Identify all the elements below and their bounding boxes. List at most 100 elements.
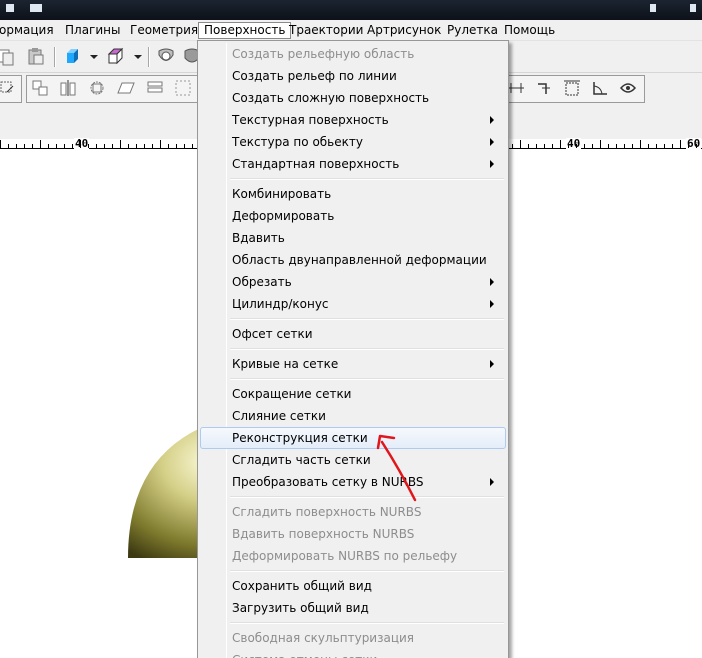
ruler-tick [528,144,529,148]
menu-item[interactable]: Текстурная поверхность [200,109,506,131]
menu-item[interactable]: Вдавить [200,227,506,249]
menu-geometry[interactable]: Геометрия [125,22,203,39]
menu-plugins[interactable]: Плагины [60,22,125,39]
menu-artrisunok[interactable]: Артрисунок [362,22,446,39]
menu-item-label: Деформировать [232,209,335,223]
ruler-tick [128,144,129,148]
menu-item[interactable]: Стандартная поверхность [200,153,506,175]
lasso-icon[interactable] [618,78,638,98]
title-glyph [650,4,656,12]
menu-item[interactable]: Цилиндр/конус [200,293,506,315]
menu-help[interactable]: Помощь [499,22,560,39]
grid-icon[interactable] [173,78,193,98]
menu-item[interactable]: Преобразовать сетку в NURBS [200,471,506,493]
layers-icon[interactable] [145,78,165,98]
menu-separator [230,318,504,320]
ruler-tick [568,144,569,148]
menu-surface[interactable]: Поверхность [198,22,292,39]
menu-separator [230,348,504,350]
submenu-arrow-icon [490,160,494,168]
menu-item[interactable]: Свободная скульптуризация [200,627,506,649]
menu-information[interactable]: ормация [0,22,59,39]
menu-item-label: Сгладить поверхность NURBS [232,505,422,519]
menu-item[interactable]: Сокращение сетки [200,383,506,405]
menu-ruler[interactable]: Рулетка [442,22,503,39]
menu-item[interactable]: Загрузить общий вид [200,597,506,619]
menu-item[interactable]: Сгладить часть сетки [200,449,506,471]
ruler-tick [616,144,617,148]
menu-item[interactable]: Деформировать [200,205,506,227]
menu-item-label: Преобразовать сетку в NURBS [232,475,424,489]
align-icon[interactable] [30,78,50,98]
copy-icon[interactable] [0,46,16,66]
corner-icon[interactable] [534,78,554,98]
menu-item-label: Свободная скульптуризация [232,631,415,645]
menu-item[interactable]: Кривые на сетке [200,353,506,375]
ruler-tick [104,144,105,148]
menu-item[interactable]: Создать рельефную область [200,43,506,65]
cube-blue-icon[interactable] [63,46,83,66]
menu-item[interactable]: Система отмены сетки [200,649,506,658]
menu-item[interactable]: Сохранить общий вид [200,575,506,597]
toolbar-separator [54,47,56,67]
menu-item[interactable]: Деформировать NURBS по рельефу [200,545,506,567]
cube-outline-icon[interactable] [106,46,126,66]
menu-item[interactable]: Область двунаправленной деформации [200,249,506,271]
menu-item[interactable]: Реконструкция сетки [200,427,506,449]
menu-bar: ормация Плагины Геометрия Поверхность Тр… [0,20,702,41]
ruler-tick [8,144,9,148]
menu-item-label: Слияние сетки [232,409,326,423]
ruler-tick [672,144,673,148]
ruler-tick [512,144,513,148]
ruler-tick [88,144,89,148]
menu-item-label: Стандартная поверхность [232,157,400,171]
ruler-tick [608,144,609,148]
paste-icon[interactable] [26,46,46,66]
ruler-tick [56,144,57,148]
menu-item[interactable]: Комбинировать [200,183,506,205]
menu-item[interactable]: Текстура по обьекту [200,131,506,153]
window-title-strip [0,0,702,20]
width-icon[interactable] [506,78,526,98]
submenu-arrow-icon [490,138,494,146]
menu-item[interactable]: Сгладить поверхность NURBS [200,501,506,523]
menu-item-label: Сгладить часть сетки [232,453,371,467]
skew-icon[interactable] [116,78,136,98]
rotate-icon[interactable] [87,78,107,98]
ruler-tick [192,144,193,148]
menu-item[interactable]: Создать сложную поверхность [200,87,506,109]
menu-trajectories[interactable]: Траектории [284,22,368,39]
submenu-arrow-icon [490,478,494,486]
menu-item[interactable]: Обрезать [200,271,506,293]
chevron-down-icon[interactable] [90,55,98,59]
menu-item-label: Сохранить общий вид [232,579,372,593]
toolbar-separator [148,47,150,67]
ruler-tick [32,144,33,148]
menu-item[interactable]: Создать рельеф по линии [200,65,506,87]
ruler-tick [688,144,689,148]
menu-item[interactable]: Офсет сетки [200,323,506,345]
ruler-tick [576,144,577,148]
ruler-tick [0,140,1,148]
transform-icon[interactable] [0,78,18,98]
ruler-tick [120,140,121,148]
menu-item-label: Создать рельефную область [232,47,415,61]
ruler-tick [72,144,73,148]
angle-icon[interactable] [590,78,610,98]
ruler-tick [544,144,545,148]
menu-separator [230,622,504,624]
ruler-tick [80,140,81,148]
box-dimension-icon[interactable] [562,78,582,98]
ruler-tick [96,144,97,148]
submenu-arrow-icon [490,116,494,124]
ruler-tick [664,144,665,148]
align-icon[interactable] [58,78,78,98]
chevron-down-icon[interactable] [134,55,142,59]
submenu-arrow-icon [490,300,494,308]
menu-separator [230,178,504,180]
ruler-tick [152,144,153,148]
menu-item[interactable]: Слияние сетки [200,405,506,427]
submenu-arrow-icon [490,278,494,286]
menu-item[interactable]: Вдавить поверхность NURBS [200,523,506,545]
shield-icon[interactable] [156,46,176,66]
